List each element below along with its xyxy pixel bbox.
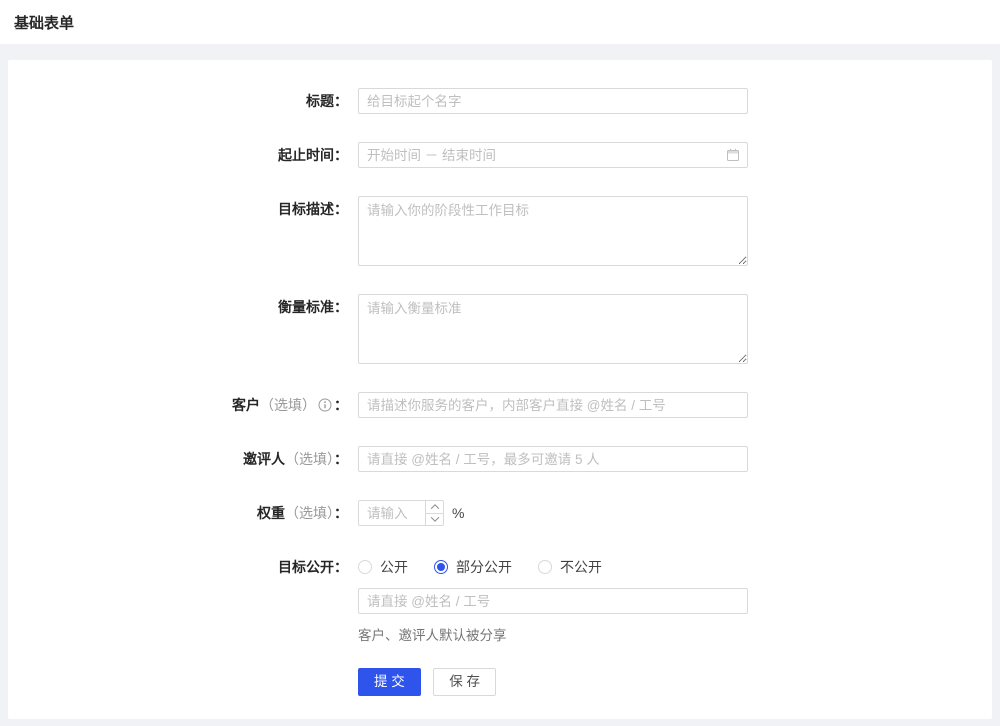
radio-private[interactable]: 不公开 xyxy=(538,557,602,577)
form-item-title: 标题： xyxy=(8,88,992,114)
goal-description-label: 目标描述： xyxy=(8,196,358,222)
share-help-text: 客户、邀评人默认被分享 xyxy=(358,624,992,644)
date-range-picker[interactable] xyxy=(358,142,748,168)
percent-suffix: % xyxy=(452,500,464,526)
optional-hint: （选填） xyxy=(285,451,334,467)
customer-input[interactable] xyxy=(358,392,748,418)
basic-form: 标题： 起止时间： xyxy=(8,88,992,696)
page-title: 基础表单 xyxy=(14,12,986,33)
calendar-icon xyxy=(726,148,740,162)
form-actions: 提 交 保 存 xyxy=(358,668,992,696)
form-item-weight: 权重（选填）： % xyxy=(8,500,992,526)
title-label: 标题： xyxy=(8,88,358,114)
optional-hint: （选填） xyxy=(285,505,334,521)
form-item-customer: 客户（选填）： xyxy=(8,392,992,418)
optional-hint: （选填） xyxy=(260,397,316,413)
radio-partially-public[interactable]: 部分公开 xyxy=(434,557,512,577)
form-item-goal-description: 目标描述： xyxy=(8,196,992,266)
weight-number-input[interactable] xyxy=(358,500,444,526)
customer-label: 客户（选填）： xyxy=(8,392,358,418)
radio-public[interactable]: 公开 xyxy=(358,557,408,577)
number-spinner xyxy=(425,501,443,525)
radio-circle-icon xyxy=(538,560,552,574)
spinner-down-icon[interactable] xyxy=(426,513,443,526)
form-item-share-with xyxy=(8,588,992,614)
save-button[interactable]: 保 存 xyxy=(433,668,496,696)
weight-input[interactable] xyxy=(359,501,425,525)
metrics-label: 衡量标准： xyxy=(8,294,358,320)
share-with-input[interactable] xyxy=(358,588,748,614)
inviter-input[interactable] xyxy=(358,446,748,472)
form-card: 标题： 起止时间： xyxy=(8,60,992,719)
weight-label: 权重（选填）： xyxy=(8,500,358,526)
visibility-radio-group: 公开 部分公开 不公开 xyxy=(358,556,628,578)
form-item-date-range: 起止时间： xyxy=(8,142,992,168)
spinner-up-icon[interactable] xyxy=(426,501,443,513)
visibility-label: 目标公开： xyxy=(8,554,358,580)
title-input[interactable] xyxy=(358,88,748,114)
form-item-visibility: 目标公开： 公开 部分公开 不公开 xyxy=(8,554,992,580)
radio-circle-icon xyxy=(434,560,448,574)
form-item-metrics: 衡量标准： xyxy=(8,294,992,364)
date-range-label: 起止时间： xyxy=(8,142,358,168)
form-item-inviter: 邀评人（选填）： xyxy=(8,446,992,472)
date-range-input[interactable] xyxy=(358,142,748,168)
page-header: 基础表单 xyxy=(0,0,1000,44)
info-circle-icon[interactable] xyxy=(318,398,332,412)
submit-button[interactable]: 提 交 xyxy=(358,668,421,696)
goal-description-textarea[interactable] xyxy=(358,196,748,266)
content-area: 标题： 起止时间： xyxy=(0,44,1000,726)
radio-circle-icon xyxy=(358,560,372,574)
inviter-label: 邀评人（选填）： xyxy=(8,446,358,472)
metrics-textarea[interactable] xyxy=(358,294,748,364)
